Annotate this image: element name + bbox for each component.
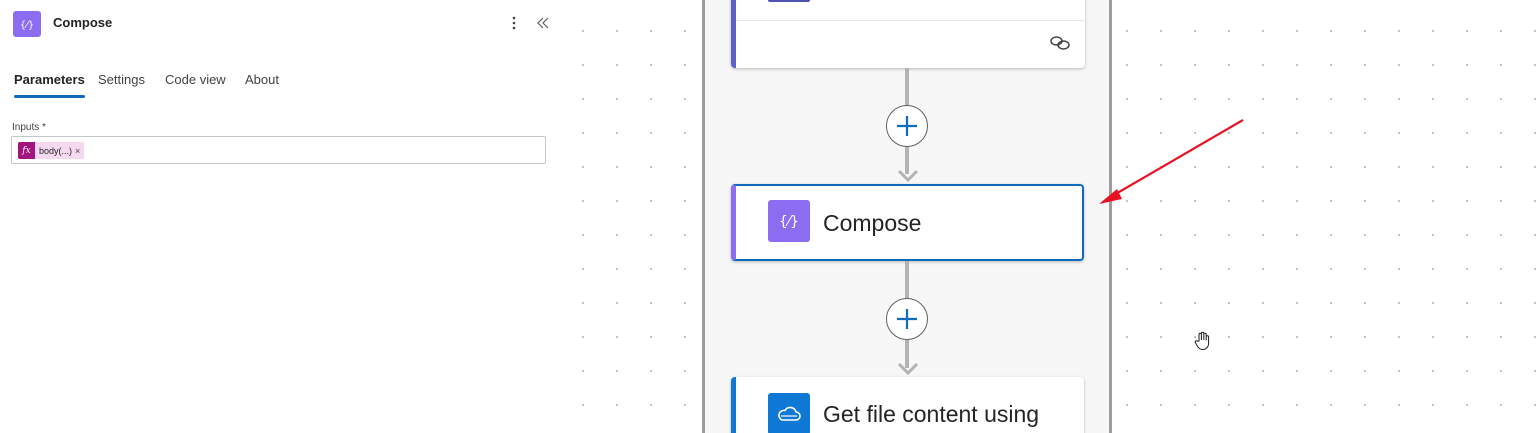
- get-file-content-card-title: Get file content using: [823, 401, 1040, 427]
- compose-card[interactable]: {⁄} Compose: [731, 184, 1084, 261]
- insert-step-button[interactable]: [886, 298, 928, 340]
- panel-header: {⁄} Compose: [0, 0, 560, 48]
- previous-action-icon-stub: [768, 0, 810, 2]
- plus-icon: [897, 116, 917, 136]
- link-icon[interactable]: [1048, 34, 1072, 52]
- token-remove-button[interactable]: ×: [72, 146, 80, 156]
- tab-settings[interactable]: Settings: [98, 72, 145, 98]
- get-file-content-card[interactable]: Get file content using: [731, 377, 1084, 433]
- panel-title: Compose: [53, 15, 113, 30]
- red-arrow: [1099, 119, 1244, 204]
- expression-token[interactable]: fx body(...) ×: [18, 142, 85, 159]
- connector-arrow-icon: [897, 169, 919, 183]
- tab-code-view[interactable]: Code view: [165, 72, 226, 98]
- fx-icon: fx: [18, 142, 35, 159]
- inputs-field[interactable]: fx body(...) ×: [11, 136, 546, 164]
- double-chevron-left-icon[interactable]: [533, 12, 553, 34]
- panel-tabs: Parameters Settings Code view About: [0, 64, 560, 100]
- properties-panel: {⁄} Compose Parameters Settings Code vie…: [0, 0, 560, 433]
- previous-action-card[interactable]: [731, 0, 1085, 68]
- insert-step-button[interactable]: [886, 105, 928, 147]
- tab-parameters[interactable]: Parameters: [14, 72, 85, 98]
- svg-text:{⁄}: {⁄}: [779, 214, 799, 230]
- card-divider: [736, 20, 1085, 21]
- compose-card-title: Compose: [823, 210, 922, 236]
- onedrive-cloud-icon: [768, 393, 810, 433]
- more-vertical-icon[interactable]: [505, 12, 523, 34]
- hand-cursor-icon: [1194, 331, 1210, 351]
- compose-braces-icon: {⁄}: [13, 11, 41, 37]
- compose-braces-icon: {⁄}: [768, 200, 810, 242]
- tab-about[interactable]: About: [245, 72, 279, 98]
- connector-arrow-icon: [897, 362, 919, 376]
- token-text: body(...): [39, 145, 73, 156]
- inputs-label: Inputs *: [12, 122, 46, 133]
- plus-icon: [897, 309, 917, 329]
- svg-text:{⁄}: {⁄}: [20, 20, 34, 31]
